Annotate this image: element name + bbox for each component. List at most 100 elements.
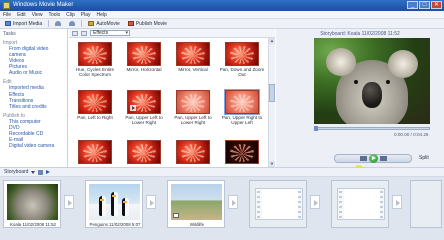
effect-item[interactable]: Mirror, Vertical <box>169 42 217 72</box>
effect-item[interactable] <box>120 140 168 164</box>
menu-edit[interactable]: Edit <box>17 12 26 18</box>
storyboard-dropdown-icon[interactable] <box>31 170 36 174</box>
video-clip-icon <box>173 213 179 218</box>
play-overlay-icon <box>130 105 136 111</box>
effects-scrollbar[interactable]: ▲ ▼ <box>268 38 275 167</box>
effect-item[interactable] <box>71 140 119 164</box>
transition-slot[interactable] <box>146 195 156 209</box>
previous-frame-button[interactable] <box>359 156 367 161</box>
effects-grid: Hue, Cycles Entire Color Spectrum Mirror… <box>69 38 267 167</box>
storyboard-clip[interactable]: Koala 11/02/2008 11:52 <box>3 180 61 228</box>
effect-thumbnail <box>78 42 112 66</box>
effect-label: Pan, Upper Right to Upper Left <box>221 115 263 126</box>
effect-label: Pan, Upper Left to Lower Right <box>125 115 163 126</box>
maximize-button[interactable]: □ <box>419 1 430 9</box>
transition-slot[interactable] <box>392 195 402 209</box>
effect-thumbnail <box>176 140 210 164</box>
transition-slot[interactable] <box>64 195 74 209</box>
automovie-button[interactable]: AutoMovie <box>86 21 122 27</box>
clip-label: Koala 11/02/2008 11:52 <box>10 222 56 227</box>
movie-maker-app-icon <box>3 2 10 9</box>
seek-handle[interactable] <box>314 126 318 131</box>
penguin-shape <box>99 196 106 216</box>
seek-bar[interactable] <box>314 126 430 131</box>
split-button[interactable]: Split <box>419 155 429 161</box>
chevron-down-icon: ▾ <box>125 30 128 36</box>
effect-item[interactable]: Pan, Down and Zoom Out <box>218 42 266 77</box>
effect-item-selected[interactable]: Pan, Upper Right to Upper Left <box>218 90 266 125</box>
transition-slot[interactable] <box>228 195 238 209</box>
storyboard-rewind-icon[interactable] <box>38 169 44 175</box>
play-button[interactable] <box>368 154 378 163</box>
effect-item[interactable] <box>218 140 266 164</box>
publish-movie-label: Publish Movie <box>135 20 167 27</box>
menu-clip[interactable]: Clip <box>66 12 75 18</box>
effect-item[interactable]: Pan, Upper Left to Lower Right <box>120 90 168 125</box>
task-link-audio[interactable]: Audio or Music <box>3 70 64 76</box>
preview-title: Storyboard: Koala 11/02/2008 11:52 <box>320 31 400 37</box>
publish-movie-button[interactable]: Publish Movie <box>126 21 169 27</box>
menu-help[interactable]: Help <box>96 12 106 18</box>
tasks-pane: Tasks Import From digital video camera V… <box>0 29 68 167</box>
playback-controls <box>334 154 412 163</box>
film-strip-icon <box>255 188 303 220</box>
scroll-up-arrow-icon[interactable]: ▲ <box>269 38 275 44</box>
effect-item[interactable]: Pan, Upper Left to Lower Right <box>169 90 217 125</box>
collection-dropdown[interactable]: Effects ▾ <box>90 30 130 36</box>
storyboard-clip[interactable]: Penguins 11/02/2008 5:07 <box>85 180 143 228</box>
clip-thumbnail-koala <box>7 184 58 220</box>
preview-timecode: 0:00.00 / 0:04.25 <box>394 132 429 137</box>
menu-play[interactable]: Play <box>81 12 91 18</box>
storyboard-play-icon[interactable] <box>46 170 51 174</box>
effect-thumbnail <box>225 90 259 114</box>
koala-ear-right <box>388 50 418 78</box>
empty-storyboard-slot[interactable] <box>410 180 442 228</box>
clip-label: Penguins 11/02/2008 5:07 <box>89 222 141 227</box>
empty-storyboard-slot[interactable] <box>249 180 307 228</box>
effect-item[interactable]: Mirror, Horizontal <box>120 42 168 72</box>
next-frame-button[interactable] <box>379 156 387 161</box>
toolbar-separator <box>48 20 50 27</box>
effect-label: Pan, Left to Right <box>77 115 113 120</box>
clip-thumbnail-penguins <box>89 184 140 220</box>
import-media-label: Import Media <box>13 20 43 27</box>
effect-label: Hue, Cycles Entire Color Spectrum <box>75 67 115 78</box>
menu-file[interactable]: File <box>3 12 11 18</box>
koala-ear-left <box>326 48 356 76</box>
automovie-label: AutoMovie <box>96 20 120 27</box>
redo-button[interactable] <box>67 21 77 26</box>
penguin-shape <box>122 198 129 216</box>
close-button[interactable]: ✕ <box>431 1 442 9</box>
film-strip-icon <box>337 188 385 220</box>
preview-monitor <box>314 38 430 124</box>
empty-storyboard-slot[interactable] <box>331 180 389 228</box>
scrollbar-thumb[interactable] <box>269 84 275 102</box>
collection-bar: Effects ▾ <box>69 29 275 38</box>
koala-eye-right <box>386 80 390 84</box>
effect-item[interactable] <box>169 140 217 164</box>
effect-item[interactable]: Pan, Left to Right <box>71 90 119 120</box>
menu-view[interactable]: View <box>32 12 43 18</box>
menu-tools[interactable]: Tools <box>48 12 60 18</box>
storyboard-label[interactable]: Storyboard <box>4 169 28 175</box>
transition-slot[interactable] <box>310 195 320 209</box>
window-title: Windows Movie Maker <box>13 2 74 8</box>
effect-item[interactable]: Hue, Cycles Entire Color Spectrum <box>71 42 119 77</box>
koala-eye-left <box>354 80 358 84</box>
clip-thumbnail-wildlife <box>171 184 222 220</box>
task-link-titles[interactable]: Titles and credits <box>3 104 64 110</box>
clip-label: Wildlife <box>189 222 205 227</box>
effect-label: Mirror, Vertical <box>178 67 208 72</box>
penguin-shape <box>111 192 118 216</box>
import-media-button[interactable]: Import Media <box>3 21 44 27</box>
back-icon[interactable] <box>72 30 78 36</box>
folder-icon[interactable] <box>81 30 87 36</box>
task-link-digital-camera[interactable]: From digital video camera <box>3 46 64 58</box>
effect-thumbnail <box>127 90 161 114</box>
effect-thumbnail <box>78 140 112 164</box>
undo-button[interactable] <box>53 21 63 26</box>
publish-icon <box>127 21 134 26</box>
task-link-dv-camera[interactable]: Digital video camera <box>3 143 64 149</box>
storyboard-clip[interactable]: Wildlife <box>167 180 225 228</box>
minimize-button[interactable]: _ <box>407 1 418 9</box>
